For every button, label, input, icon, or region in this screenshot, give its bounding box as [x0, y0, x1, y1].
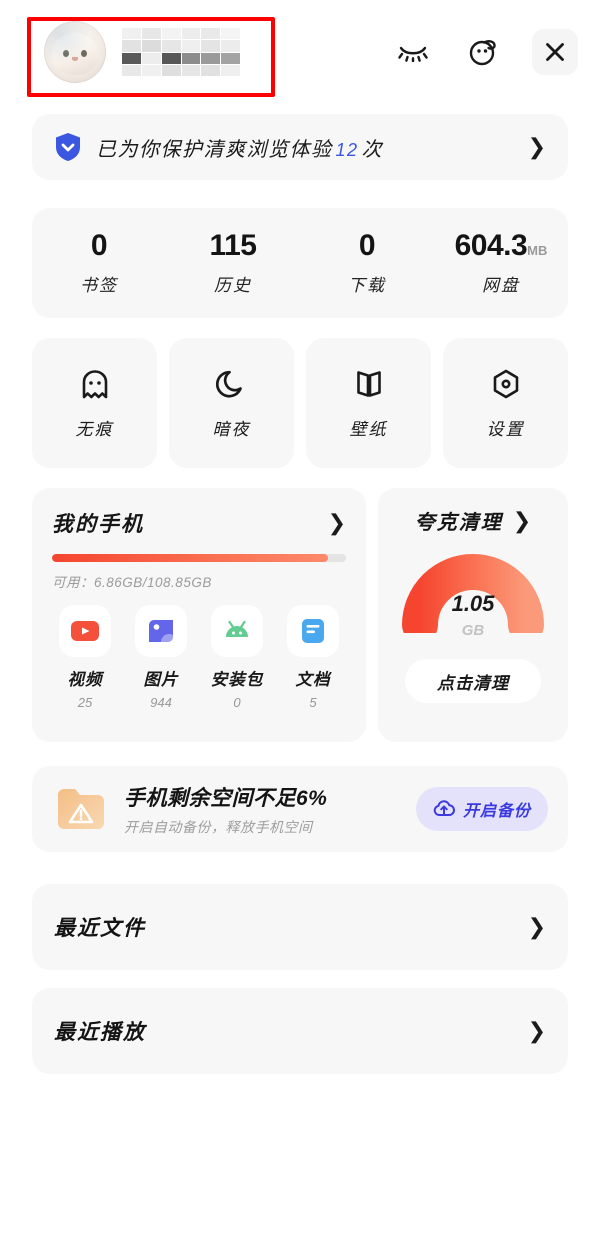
filetype-name: 图片 [143, 671, 179, 689]
chevron-right-icon: ❯ [527, 1018, 546, 1043]
filetype-image[interactable]: 图片 944 [128, 605, 194, 710]
gauge-unit: GB [461, 622, 485, 639]
filetype-name: 视频 [67, 671, 103, 689]
shortcut-nightmode[interactable]: 暗夜 [169, 338, 294, 468]
avatar[interactable] [44, 21, 106, 83]
enable-backup-button[interactable]: 开启备份 [415, 787, 548, 831]
filetype-document[interactable]: 文档 5 [280, 605, 346, 710]
image-icon [149, 620, 173, 642]
storage-available-label: 可用： [52, 575, 94, 590]
enable-backup-label: 开启备份 [462, 803, 531, 820]
my-phone-card[interactable]: 我的手机 ❯ 可用：6.86GB/108.85GB 视频 25 图片 944 安… [32, 488, 366, 742]
shield-icon [56, 133, 80, 161]
stat-history[interactable]: 115 历史 [166, 230, 300, 296]
recent-played-row[interactable]: 最近播放 ❯ [32, 988, 568, 1074]
quark-clean-header: 夸克清理 ❯ [415, 506, 531, 535]
gauge-value: 1.05 [451, 591, 495, 616]
storage-available-value: 6.86GB/108.85GB [94, 575, 212, 590]
recent-files-label: 最近文件 [54, 917, 146, 940]
stat-value: 0 [90, 229, 108, 263]
video-icon [71, 621, 99, 641]
moon-icon [215, 370, 242, 398]
shortcut-settings[interactable]: 设置 [443, 338, 568, 468]
book-icon [356, 370, 381, 397]
stat-unit: MB [527, 243, 548, 259]
stat-label: 历史 [214, 275, 252, 295]
hexagon-gear-icon [493, 369, 518, 398]
filetype-row: 视频 25 图片 944 安装包 0 文档 5 [52, 605, 346, 710]
shortcuts-row: 无痕 暗夜 壁纸 设置 [32, 338, 568, 468]
filetype-apk[interactable]: 安装包 0 [204, 605, 270, 710]
header-actions [392, 29, 578, 75]
quark-clean-title: 夸克清理 [414, 512, 503, 534]
chevron-right-icon: ❯ [327, 510, 346, 535]
protection-banner-text: 已为你保护清爽浏览体验 12 次 [96, 133, 383, 162]
stat-label: 书签 [80, 275, 118, 295]
shortcut-wallpaper[interactable]: 壁纸 [306, 338, 431, 468]
protection-banner[interactable]: 已为你保护清爽浏览体验 12 次 ❯ [32, 114, 568, 180]
close-button[interactable] [532, 29, 578, 75]
stat-value: 115 [209, 229, 257, 263]
filetype-name: 安装包 [210, 671, 264, 689]
backup-title: 手机剩余空间不足6% [124, 786, 328, 810]
avatar-tint [44, 21, 106, 83]
filetype-tile [135, 605, 187, 657]
shortcut-label: 设置 [486, 419, 525, 439]
filetype-tile [59, 605, 111, 657]
shortcut-incognito[interactable]: 无痕 [32, 338, 157, 468]
my-phone-header: 我的手机 ❯ [52, 508, 346, 538]
face-icon[interactable] [462, 31, 504, 73]
filetype-name: 文档 [295, 671, 331, 689]
stat-value: 604.3 [454, 229, 528, 263]
quark-clean-card[interactable]: 夸克清理 ❯ 1.05 GB 点击清理 [378, 488, 568, 742]
filetype-tile [211, 605, 263, 657]
storage-gauge: 1.05 GB [400, 547, 546, 643]
banner-text-after: 次 [361, 138, 384, 161]
stat-label: 网盘 [482, 275, 520, 295]
document-icon [302, 619, 324, 643]
shortcut-label: 壁纸 [349, 419, 388, 439]
filetype-count: 25 [77, 695, 93, 710]
storage-progress-track [52, 554, 346, 562]
filetype-tile [287, 605, 339, 657]
username-masked [122, 28, 240, 76]
apk-icon [226, 620, 248, 637]
ghost-icon [82, 369, 107, 398]
backup-banner[interactable]: 手机剩余空间不足6% 开启自动备份，释放手机空间 开启备份 [32, 766, 568, 852]
chevron-right-icon: ❯ [527, 134, 546, 159]
banner-text-before: 已为你保护清爽浏览体验 [96, 138, 333, 161]
recent-played-label: 最近播放 [54, 1021, 146, 1044]
header-bar [0, 0, 600, 104]
stat-label: 下载 [348, 275, 386, 295]
stats-row: 0 书签 115 历史 0 下载 604.3MB 网盘 [32, 208, 568, 318]
filetype-count: 0 [233, 695, 241, 710]
recent-files-row[interactable]: 最近文件 ❯ [32, 884, 568, 970]
filetype-count: 944 [150, 695, 172, 710]
clean-now-button[interactable]: 点击清理 [405, 659, 541, 703]
app-screen: 已为你保护清爽浏览体验 12 次 ❯ 0 书签 115 历史 0 下载 604.3M… [0, 0, 600, 1240]
profile-area[interactable] [30, 12, 278, 92]
warning-folder-icon [58, 789, 104, 829]
stat-netdisk[interactable]: 604.3MB 网盘 [434, 230, 568, 296]
filetype-count: 5 [309, 695, 317, 710]
cloud-upload-icon [433, 800, 455, 817]
stat-bookmarks[interactable]: 0 书签 [32, 230, 166, 296]
filetype-video[interactable]: 视频 25 [52, 605, 118, 710]
chevron-right-icon: ❯ [512, 507, 532, 533]
stat-downloads[interactable]: 0 下载 [300, 230, 434, 296]
hide-eye-icon[interactable] [392, 31, 434, 73]
backup-subtitle: 开启自动备份，释放手机空间 [124, 818, 313, 835]
my-phone-title: 我的手机 [52, 513, 144, 536]
shortcut-label: 无痕 [75, 419, 114, 439]
banner-count: 12 [335, 139, 359, 160]
gauge-arc-icon [402, 554, 544, 643]
backup-text-block: 手机剩余空间不足6% 开启自动备份，释放手机空间 [124, 782, 327, 837]
storage-progress-fill [52, 554, 329, 562]
storage-available-text: 可用：6.86GB/108.85GB [52, 571, 346, 591]
shortcut-label: 暗夜 [212, 419, 251, 439]
chevron-right-icon: ❯ [527, 914, 546, 939]
stat-value: 0 [358, 229, 376, 263]
